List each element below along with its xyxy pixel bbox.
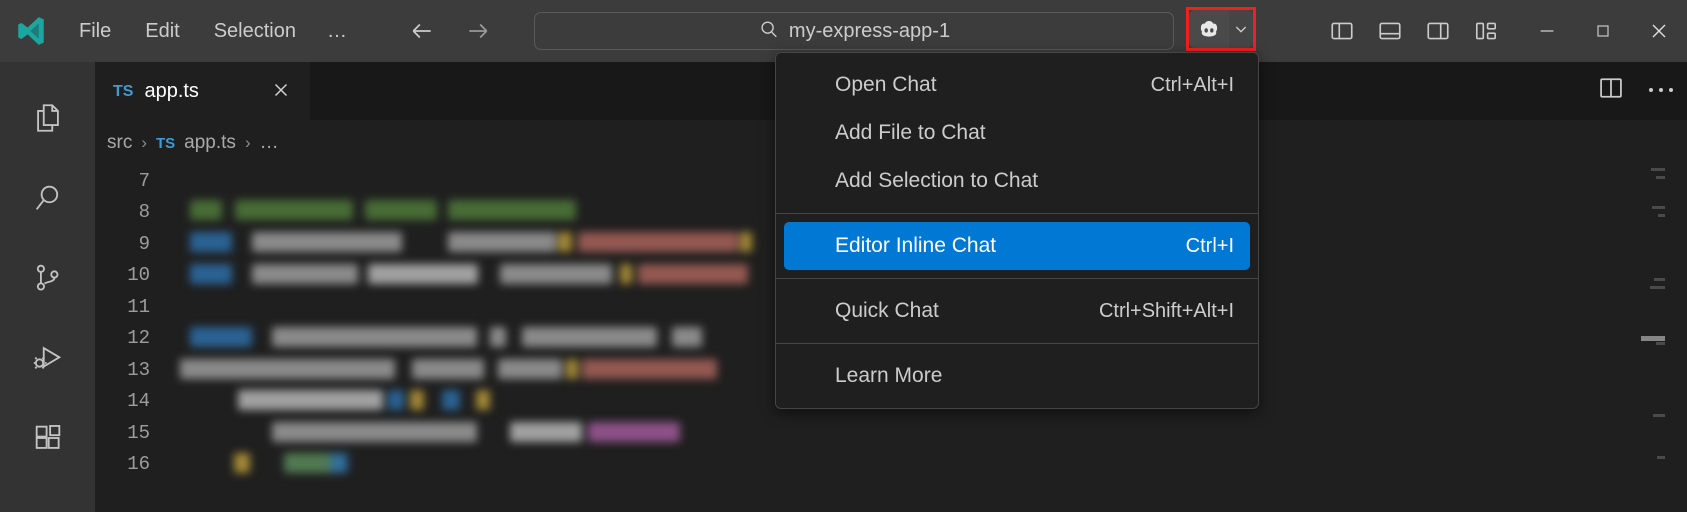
maximize-icon[interactable] <box>1575 0 1631 62</box>
layout-panel-icon[interactable] <box>1373 14 1407 48</box>
menubar-edit[interactable]: Edit <box>128 15 196 47</box>
line-number: 9 <box>138 233 150 255</box>
split-editor-icon[interactable] <box>1597 74 1625 107</box>
arrow-right-icon[interactable] <box>463 16 493 46</box>
menubar-selection[interactable]: Selection <box>197 15 313 47</box>
copilot-dropdown-menu: Open Chat Ctrl+Alt+I Add File to Chat Ad… <box>775 52 1259 409</box>
line-number: 10 <box>127 264 150 286</box>
minimize-icon[interactable] <box>1519 0 1575 62</box>
menu-item-quick-chat[interactable]: Quick Chat Ctrl+Shift+Alt+I <box>784 287 1250 335</box>
menu-item-label: Quick Chat <box>835 299 939 322</box>
menu-item-shortcut: Ctrl+Shift+Alt+I <box>1098 299 1234 322</box>
layout-customize-icon[interactable] <box>1469 14 1503 48</box>
menu-item-label: Editor Inline Chat <box>835 234 997 257</box>
menu-separator <box>776 278 1258 279</box>
search-input[interactable]: my-express-app-1 <box>534 12 1174 50</box>
menu-item-label: Learn More <box>835 364 943 387</box>
extensions-icon[interactable] <box>0 398 95 478</box>
minimap[interactable] <box>1641 166 1665 512</box>
layout-sidebar-left-icon[interactable] <box>1325 14 1359 48</box>
line-number: 11 <box>127 296 150 318</box>
line-number: 12 <box>127 327 150 349</box>
layout-sidebar-right-icon[interactable] <box>1421 14 1455 48</box>
ellipsis-icon[interactable] <box>1647 82 1675 100</box>
menu-group: Editor Inline Chat Ctrl+I <box>776 220 1258 272</box>
menu-group: Quick Chat Ctrl+Shift+Alt+I <box>776 285 1258 337</box>
breadcrumb-item-src[interactable]: src <box>107 132 132 154</box>
menu-separator <box>776 213 1258 214</box>
menu-item-learn-more[interactable]: Learn More <box>784 352 1250 400</box>
menu-item-add-file-to-chat[interactable]: Add File to Chat <box>784 109 1250 157</box>
breadcrumb-item-more[interactable]: … <box>260 132 279 154</box>
close-icon[interactable] <box>270 79 292 105</box>
menubar-overflow-button[interactable]: … <box>313 14 363 49</box>
menu-item-open-chat[interactable]: Open Chat Ctrl+Alt+I <box>784 61 1250 109</box>
menu-item-shortcut: Ctrl+Alt+I <box>1150 73 1234 96</box>
menu-bar: File Edit Selection … <box>62 14 363 49</box>
tab-label: app.ts <box>144 80 199 102</box>
run-debug-icon[interactable] <box>0 318 95 398</box>
menu-separator <box>776 343 1258 344</box>
menu-item-label: Add File to Chat <box>835 121 986 144</box>
horizontal-scrollbar[interactable] <box>1641 336 1665 341</box>
search-icon <box>758 18 780 45</box>
line-number: 16 <box>127 453 150 475</box>
source-control-icon[interactable] <box>0 238 95 318</box>
activity-bar <box>0 62 95 512</box>
chevron-right-icon: › <box>244 133 251 152</box>
menu-group: Learn More <box>776 350 1258 402</box>
layout-controls <box>1325 14 1503 48</box>
line-number-gutter: 7 8 9 10 11 12 13 14 15 16 <box>95 166 160 512</box>
line-number: 8 <box>138 201 150 223</box>
typescript-file-icon: TS <box>156 134 176 152</box>
menu-group: Open Chat Ctrl+Alt+I Add File to Chat Ad… <box>776 59 1258 207</box>
line-number: 7 <box>138 170 150 192</box>
menu-item-shortcut: Ctrl+I <box>1185 234 1234 257</box>
menu-item-editor-inline-chat[interactable]: Editor Inline Chat Ctrl+I <box>784 222 1250 270</box>
files-icon[interactable] <box>0 78 95 158</box>
tab-app-ts[interactable]: TS app.ts <box>95 62 310 120</box>
chevron-right-icon: › <box>141 133 147 152</box>
menu-item-label: Add Selection to Chat <box>835 169 1039 192</box>
line-number: 14 <box>127 390 150 412</box>
window-controls <box>1519 0 1687 62</box>
search-icon[interactable] <box>0 158 95 238</box>
chevron-down-icon[interactable] <box>1229 10 1253 48</box>
line-number: 13 <box>127 359 150 381</box>
menu-item-add-selection-to-chat[interactable]: Add Selection to Chat <box>784 157 1250 205</box>
line-number: 15 <box>127 422 150 444</box>
arrow-left-icon[interactable] <box>407 16 437 46</box>
copilot-icon[interactable] <box>1189 10 1229 48</box>
menubar-file[interactable]: File <box>62 15 128 47</box>
menu-item-label: Open Chat <box>835 73 937 96</box>
close-icon[interactable] <box>1631 0 1687 62</box>
typescript-file-icon: TS <box>113 82 134 100</box>
copilot-menu-button-highlight <box>1186 7 1256 51</box>
vscode-window: File Edit Selection … my-express-app-1 T… <box>0 0 1687 512</box>
navigation-buttons <box>407 16 493 46</box>
search-value: my-express-app-1 <box>788 19 951 42</box>
editor-actions <box>1597 74 1675 107</box>
vscode-logo-icon <box>0 0 62 62</box>
breadcrumb-item-app-ts[interactable]: app.ts <box>184 132 236 154</box>
